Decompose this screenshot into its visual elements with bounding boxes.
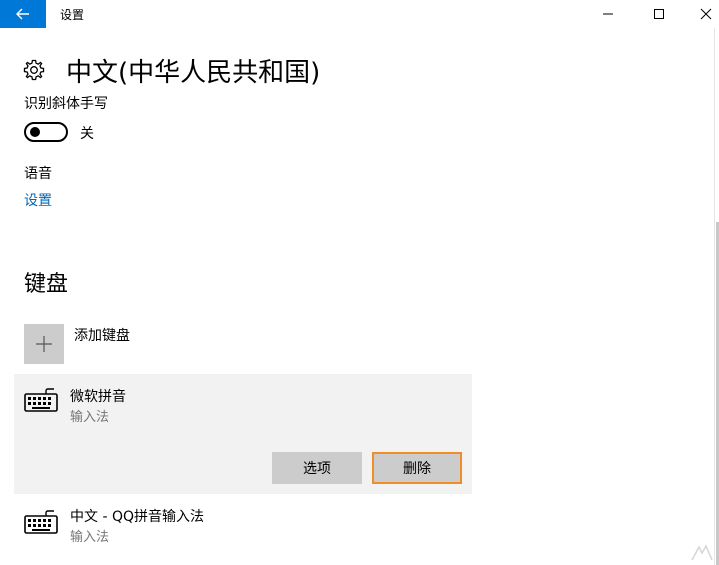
- handwriting-toggle[interactable]: [24, 122, 68, 142]
- keyboard-icon: [24, 510, 58, 534]
- watermark-icon: [691, 544, 713, 561]
- maximize-button[interactable]: [636, 0, 682, 28]
- minimize-button[interactable]: [585, 0, 631, 28]
- toggle-state-label: 关: [80, 126, 94, 142]
- remove-button[interactable]: 删除: [372, 452, 462, 484]
- window-title: 设置: [60, 8, 85, 22]
- voice-label: 语音: [24, 166, 52, 182]
- close-icon: [700, 8, 712, 20]
- close-button[interactable]: [683, 0, 719, 28]
- gear-icon: [23, 59, 45, 81]
- maximize-icon: [654, 9, 664, 19]
- keyboard-item-microsoft-pinyin[interactable]: 微软拼音 输入法 选项 删除: [14, 374, 472, 494]
- window-border: [714, 28, 715, 565]
- keyboard-type: 输入法: [70, 410, 110, 425]
- options-button[interactable]: 选项: [272, 452, 362, 484]
- add-keyboard-label[interactable]: 添加键盘: [74, 325, 130, 345]
- keyboard-name: 中文 - QQ拼音输入法: [70, 509, 204, 525]
- toggle-knob: [30, 127, 40, 137]
- page-title: 中文(中华人民共和国): [66, 58, 321, 88]
- handwriting-label: 识别斜体手写: [24, 96, 108, 112]
- title-bar: 设置: [0, 0, 719, 28]
- back-button[interactable]: [0, 0, 46, 28]
- voice-settings-link[interactable]: 设置: [24, 190, 52, 210]
- keyboard-item-qq-pinyin[interactable]: 中文 - QQ拼音输入法 输入法: [14, 494, 472, 554]
- keyboard-icon: [24, 388, 58, 412]
- minimize-icon: [603, 13, 613, 15]
- keyboard-type: 输入法: [70, 530, 110, 545]
- keyboard-heading: 键盘: [24, 272, 69, 297]
- keyboard-name: 微软拼音: [70, 389, 126, 405]
- add-keyboard-button[interactable]: [24, 324, 64, 364]
- plus-icon: [36, 336, 52, 352]
- arrow-left-icon: [16, 8, 29, 20]
